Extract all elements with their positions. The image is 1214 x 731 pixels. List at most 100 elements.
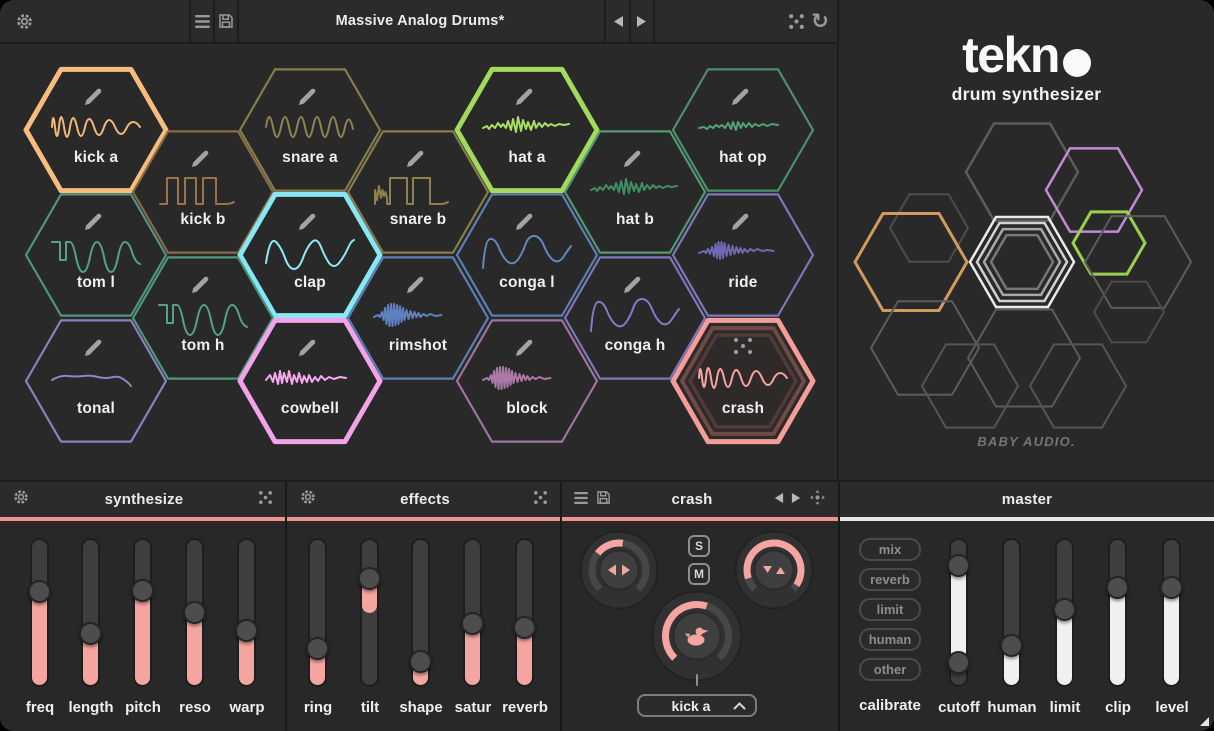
pencil-icon[interactable] xyxy=(624,277,640,293)
duck-knob[interactable] xyxy=(651,590,743,682)
channel-body: S M kick a xyxy=(562,521,838,731)
pitch-knob[interactable] xyxy=(734,530,814,610)
pad-crash[interactable]: crash xyxy=(667,314,819,448)
pad-label: block xyxy=(451,400,603,418)
slider-handle[interactable] xyxy=(131,579,154,602)
slider-handle[interactable] xyxy=(947,651,970,674)
save-icon xyxy=(218,13,234,29)
slider-handle[interactable] xyxy=(28,580,51,603)
waveform xyxy=(591,299,679,331)
pencil-icon[interactable] xyxy=(299,89,315,105)
channel-next-button[interactable] xyxy=(791,491,802,509)
slider-label: reverb xyxy=(490,699,560,716)
warp-slider[interactable]: warp xyxy=(212,540,282,730)
target-icon xyxy=(809,489,826,506)
resize-handle[interactable] xyxy=(1200,717,1209,726)
pad-label: crash xyxy=(667,400,819,418)
slider-track[interactable] xyxy=(1057,540,1072,685)
pan-knob[interactable] xyxy=(579,530,659,610)
slider-track[interactable] xyxy=(362,540,377,685)
pencil-icon[interactable] xyxy=(732,214,748,230)
pad-block[interactable]: block xyxy=(451,314,603,448)
slider-track[interactable] xyxy=(413,540,428,685)
channel-save-button[interactable] xyxy=(596,490,611,510)
slider-handle[interactable] xyxy=(1106,576,1129,599)
slider-handle[interactable] xyxy=(513,616,536,639)
human-calibrate-button[interactable]: human xyxy=(859,628,921,651)
pencil-icon[interactable] xyxy=(407,277,423,293)
slider-track[interactable] xyxy=(951,540,966,685)
slider-handle[interactable] xyxy=(235,619,258,642)
synthesize-randomize-button[interactable] xyxy=(258,490,273,510)
pencil-icon[interactable] xyxy=(516,89,532,105)
limit-calibrate-button[interactable]: limit xyxy=(859,598,921,621)
pencil-icon[interactable] xyxy=(85,89,101,105)
mute-button[interactable]: M xyxy=(688,563,710,585)
next-preset-button[interactable] xyxy=(633,0,651,42)
pencil-icon[interactable] xyxy=(516,214,532,230)
route-dropdown[interactable]: kick a xyxy=(637,694,757,717)
prev-preset-button[interactable] xyxy=(609,0,627,42)
pencil-icon[interactable] xyxy=(192,277,208,293)
slider-handle[interactable] xyxy=(1053,598,1076,621)
reset-button[interactable]: ↻ xyxy=(809,0,831,42)
channel-prev-button[interactable] xyxy=(773,491,784,509)
slider-handle[interactable] xyxy=(79,622,102,645)
synthesize-settings-button[interactable] xyxy=(12,488,30,511)
settings-button[interactable] xyxy=(13,0,35,42)
slider-track[interactable] xyxy=(187,540,202,685)
divider xyxy=(213,0,215,42)
effects-randomize-button[interactable] xyxy=(533,490,548,510)
pencil-icon[interactable] xyxy=(624,151,640,167)
slider-track[interactable] xyxy=(517,540,532,685)
mix-calibrate-button[interactable]: mix xyxy=(859,538,921,561)
pencil-icon[interactable] xyxy=(299,214,315,230)
randomize-icon xyxy=(533,490,548,505)
slider-track[interactable] xyxy=(1164,540,1179,685)
slider-handle[interactable] xyxy=(461,612,484,635)
slider-handle[interactable] xyxy=(358,567,381,590)
other-calibrate-button[interactable]: other xyxy=(859,658,921,681)
preset-menu-button[interactable] xyxy=(192,0,212,42)
save-preset-button[interactable] xyxy=(216,0,236,42)
pencil-icon[interactable] xyxy=(732,89,748,105)
pencil-icon[interactable] xyxy=(516,340,532,356)
menu-icon xyxy=(195,15,210,28)
channel-locate-button[interactable] xyxy=(809,489,826,511)
slider-track[interactable] xyxy=(310,540,325,685)
level-slider[interactable]: level xyxy=(1137,540,1207,730)
waveform xyxy=(483,367,551,389)
slider-handle[interactable] xyxy=(1160,576,1183,599)
reverb-calibrate-button[interactable]: reverb xyxy=(859,568,921,591)
slider-track[interactable] xyxy=(83,540,98,685)
waveform xyxy=(266,240,354,269)
channel-menu-button[interactable] xyxy=(574,491,588,509)
slider-track[interactable] xyxy=(239,540,254,685)
logo-o-dot xyxy=(1063,49,1091,77)
slider-handle[interactable] xyxy=(1000,634,1023,657)
slider-handle[interactable] xyxy=(409,650,432,673)
slider-handle[interactable] xyxy=(183,601,206,624)
master-body: calibrate cutoffhumanlimitcliplevelmixre… xyxy=(840,521,1214,731)
slider-handle[interactable] xyxy=(306,637,329,660)
slider-track[interactable] xyxy=(465,540,480,685)
slider-track[interactable] xyxy=(32,540,47,685)
preset-name[interactable]: Massive Analog Drums* xyxy=(250,0,590,42)
pencil-icon[interactable] xyxy=(407,151,423,167)
pencil-icon[interactable] xyxy=(85,340,101,356)
slider-track[interactable] xyxy=(135,540,150,685)
randomize-button[interactable] xyxy=(787,0,805,42)
divider xyxy=(189,0,191,42)
pencil-icon[interactable] xyxy=(299,340,315,356)
slider-track[interactable] xyxy=(1110,540,1125,685)
slider-handle[interactable] xyxy=(947,554,970,577)
pad-tonal[interactable]: tonal xyxy=(20,314,172,448)
deco-hexagon xyxy=(1046,148,1142,231)
pencil-icon[interactable] xyxy=(85,214,101,230)
reverb-slider[interactable]: reverb xyxy=(490,540,560,730)
effects-settings-button[interactable] xyxy=(299,488,317,511)
pad-cowbell[interactable]: cowbell xyxy=(234,314,386,448)
slider-track[interactable] xyxy=(1004,540,1019,685)
pencil-icon[interactable] xyxy=(192,151,208,167)
solo-button[interactable]: S xyxy=(688,535,710,557)
